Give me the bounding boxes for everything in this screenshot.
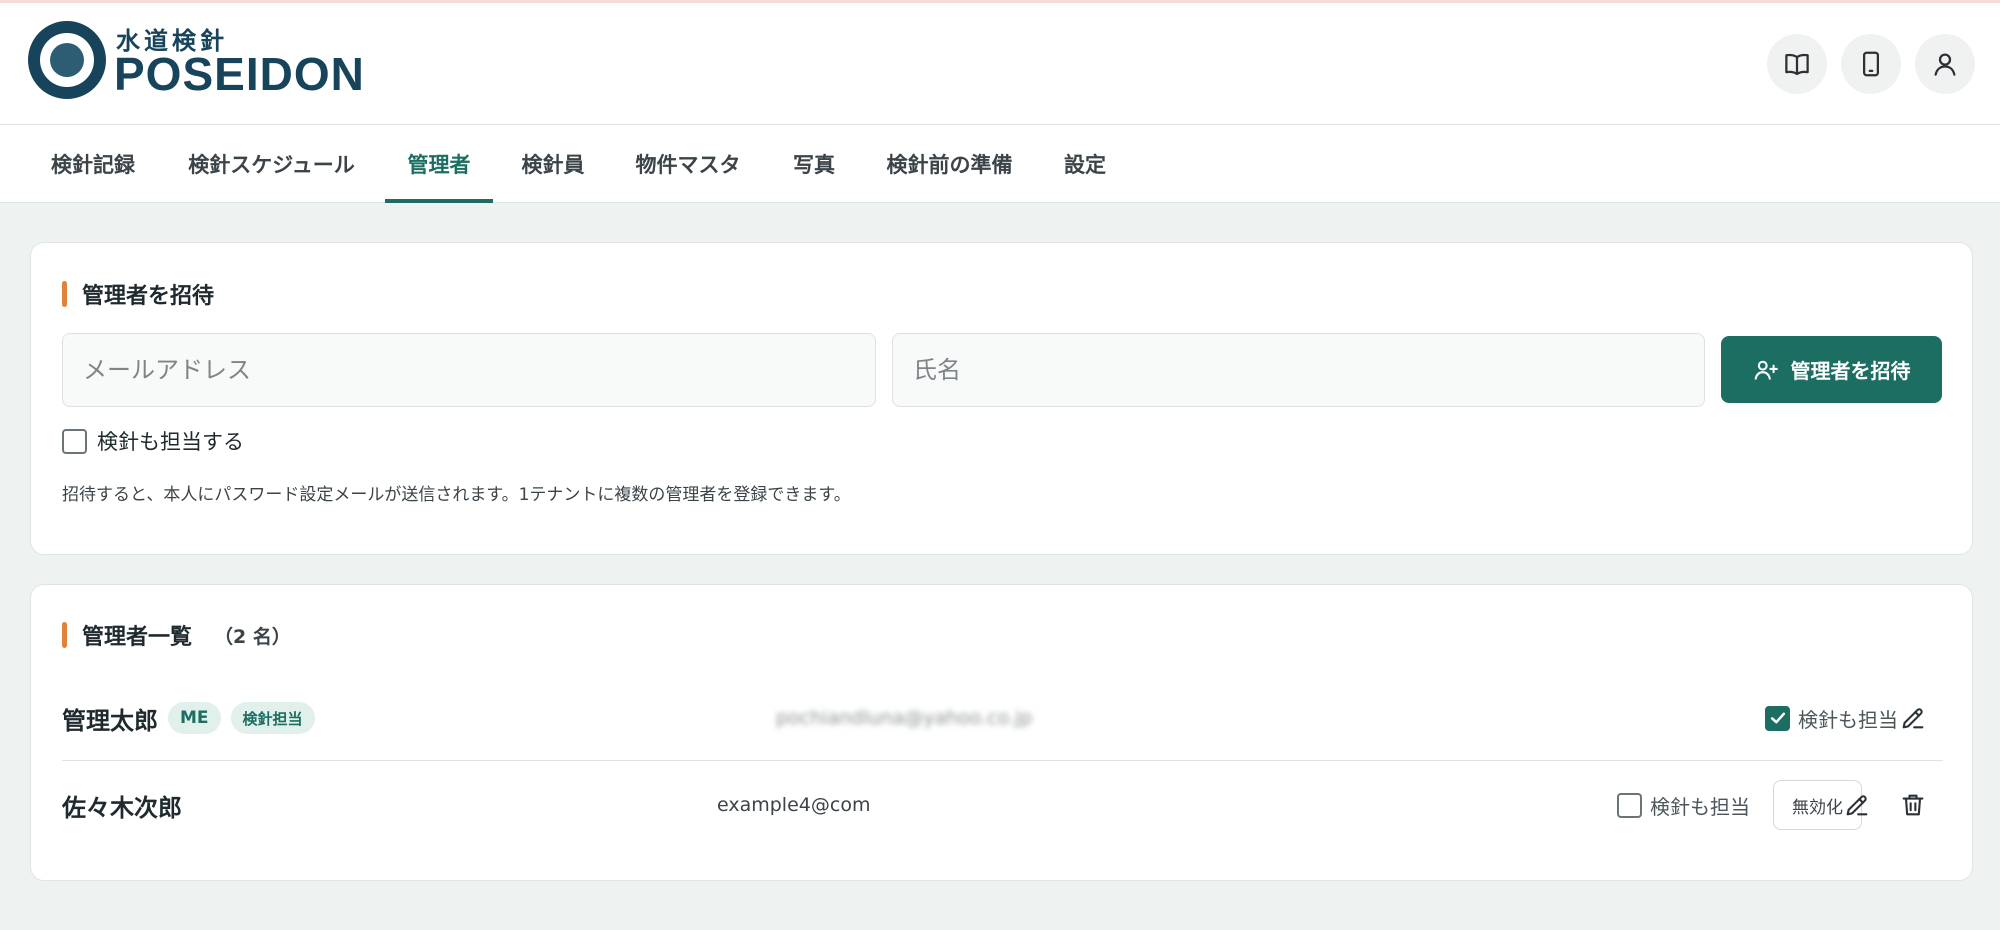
also-reader-checkbox[interactable] [1765, 705, 1790, 731]
tab-preparation[interactable]: 検針前の準備 [872, 125, 1027, 203]
table-row: 管理太郎 ME 検針担当 pochiandluna@yahoo.co.jp 検針… [62, 675, 1943, 761]
me-badge: ME [168, 702, 221, 734]
app-header: 水道検針 POSEIDON [0, 3, 2000, 125]
user-icon [1934, 53, 1956, 76]
also-reader-label: 検針も担当 [1650, 794, 1750, 819]
invite-section-title: 管理者を招待 [62, 278, 214, 310]
main-nav-tabs: 検針記録 検針スケジュール 管理者 検針員 物件マスタ 写真 検針前の準備 設定 [0, 125, 2000, 203]
edit-button[interactable] [1842, 790, 1872, 820]
poseidon-logo-emblem [28, 21, 106, 99]
invite-admin-card: 管理者を招待 管理者を招待 検針も担当する 招待すると、本人にパスワード設定メー… [30, 242, 1973, 555]
tab-settings[interactable]: 設定 [1049, 125, 1121, 203]
logo-title[interactable]: POSEIDON [114, 47, 365, 101]
admin-list-card: 管理者一覧 （2 名） 管理太郎 ME 検針担当 pochiandluna@ya… [30, 584, 1973, 881]
admin-name: 佐々木次郎 [62, 793, 182, 822]
title-accent-bar [62, 281, 67, 307]
tab-reading-records[interactable]: 検針記録 [29, 125, 157, 203]
tab-admins[interactable]: 管理者 [385, 125, 493, 203]
invite-help-text: 招待すると、本人にパスワード設定メールが送信されます。1テナントに複数の管理者を… [62, 485, 851, 505]
manual-button[interactable] [1767, 34, 1827, 94]
admin-count: （2 名） [214, 625, 291, 648]
name-input[interactable] [892, 333, 1705, 407]
admin-email: example4@com [717, 794, 871, 816]
delete-button[interactable] [1898, 790, 1928, 820]
tab-photos[interactable]: 写真 [777, 125, 851, 203]
also-reader-checkbox[interactable] [1617, 792, 1642, 818]
book-icon [1785, 53, 1809, 76]
account-button[interactable] [1915, 34, 1975, 94]
admin-email: pochiandluna@yahoo.co.jp [776, 707, 1033, 729]
also-reader-checkbox[interactable] [62, 428, 87, 454]
tablet-icon [1863, 51, 1879, 77]
email-input[interactable] [62, 333, 876, 407]
tab-readers[interactable]: 検針員 [507, 125, 599, 203]
user-plus-icon [1754, 360, 1778, 380]
mobile-view-button[interactable] [1841, 34, 1901, 94]
admin-list-title: 管理者一覧 （2 名） [62, 619, 291, 651]
admin-name: 管理太郎 [62, 706, 158, 735]
reader-role-badge: 検針担当 [230, 702, 315, 734]
edit-button[interactable] [1898, 703, 1928, 733]
pencil-icon [1846, 795, 1868, 816]
also-reader-option[interactable]: 検針も担当する [62, 426, 244, 456]
also-reader-toggle[interactable]: 検針も担当 [1765, 675, 1898, 761]
tab-reading-schedule[interactable]: 検針スケジュール [171, 125, 372, 203]
also-reader-label: 検針も担当する [97, 430, 244, 454]
title-accent-bar [62, 622, 67, 648]
trash-icon [1902, 794, 1924, 816]
also-reader-toggle[interactable]: 検針も担当 [1617, 762, 1750, 848]
pencil-icon [1902, 708, 1924, 729]
tab-property-master[interactable]: 物件マスタ [620, 125, 756, 203]
check-icon [1770, 712, 1785, 724]
also-reader-label: 検針も担当 [1798, 707, 1898, 732]
table-row: 佐々木次郎 example4@com 検針も担当 無効化 [62, 762, 1943, 848]
invite-admin-button[interactable]: 管理者を招待 [1721, 336, 1942, 403]
